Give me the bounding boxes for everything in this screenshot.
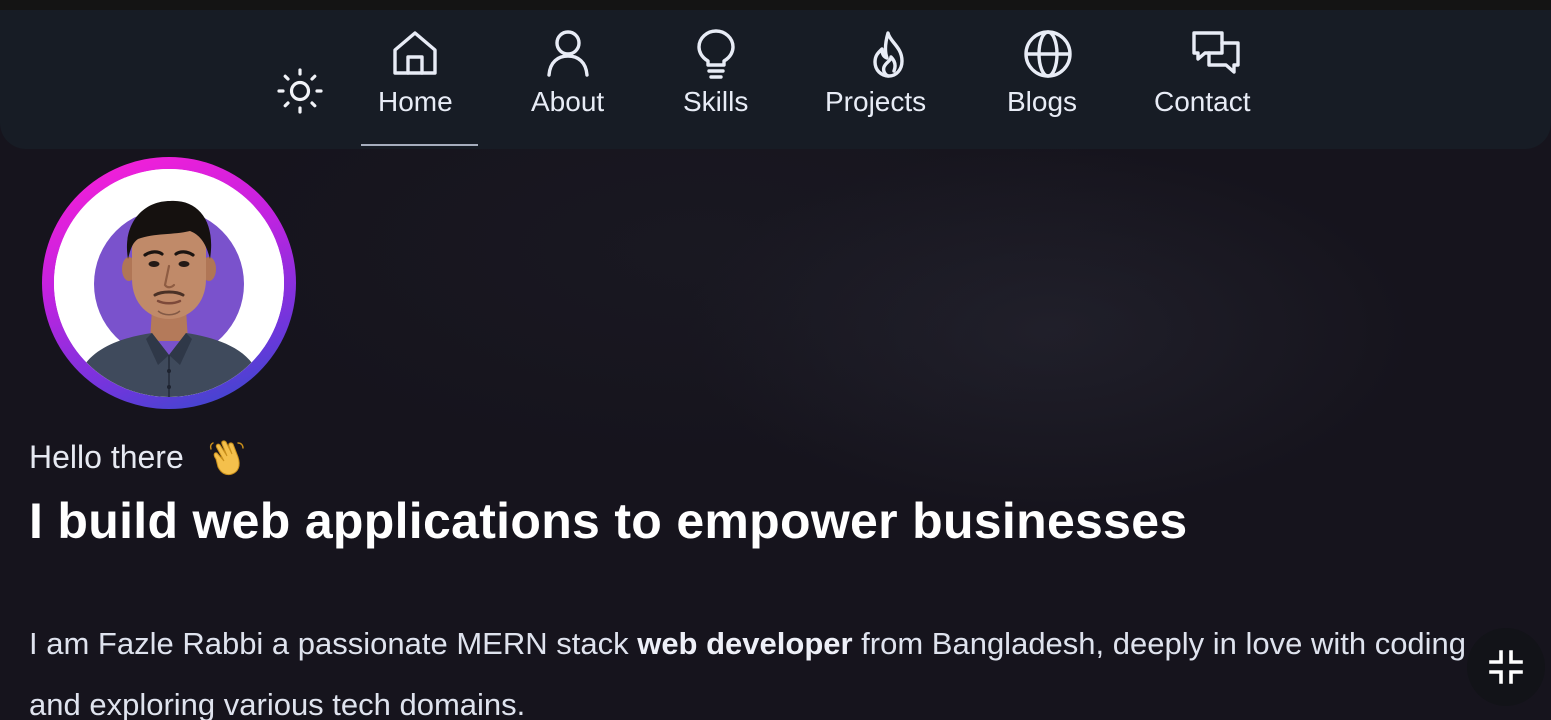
greeting-text: Hello there [29,439,184,475]
hero-headline: I build web applications to empower busi… [29,493,1188,549]
bio-highlight: web developer [637,626,853,661]
home-icon [393,31,438,75]
chat-icon [1192,31,1240,74]
user-icon [546,30,589,77]
nav-item-home[interactable]: Home [378,28,453,148]
nav-item-blogs[interactable]: Blogs [1007,28,1077,148]
globe-icon [1024,30,1072,78]
browser-top-strip [0,0,1551,10]
avatar-ring [42,157,296,409]
avatar [54,169,284,397]
theme-toggle-button[interactable] [274,65,326,117]
lightbulb-icon [696,29,735,79]
nav-item-label: Contact [1154,86,1251,117]
nav-item-label: Blogs [1007,86,1078,117]
navbar: Home About Skills Projects Blogs Contact [0,10,1551,149]
greeting: Hello there [29,438,247,477]
nav-item-label: Home [378,86,453,117]
nav-item-about[interactable]: About [531,28,604,148]
bio-text: I am Fazle Rabbi a passionate MERN stack [29,626,638,661]
nav-item-skills[interactable]: Skills [683,28,748,148]
page: Home About Skills Projects Blogs Contact… [0,0,1551,720]
exit-fullscreen-icon [1489,650,1523,684]
nav-item-label: About [531,86,605,117]
hero-bio: I am Fazle Rabbi a passionate MERN stack… [29,613,1509,720]
active-nav-indicator [361,144,478,146]
sun-icon [277,68,323,114]
profile-photo [54,169,284,397]
nav-item-label: Skills [683,86,749,117]
exit-fullscreen-button[interactable] [1467,628,1545,706]
flame-icon [872,31,904,78]
nav-item-contact[interactable]: Contact [1154,28,1251,148]
waving-hand-icon [209,440,244,475]
nav-item-projects[interactable]: Projects [825,28,926,148]
nav-item-label: Projects [825,86,927,117]
